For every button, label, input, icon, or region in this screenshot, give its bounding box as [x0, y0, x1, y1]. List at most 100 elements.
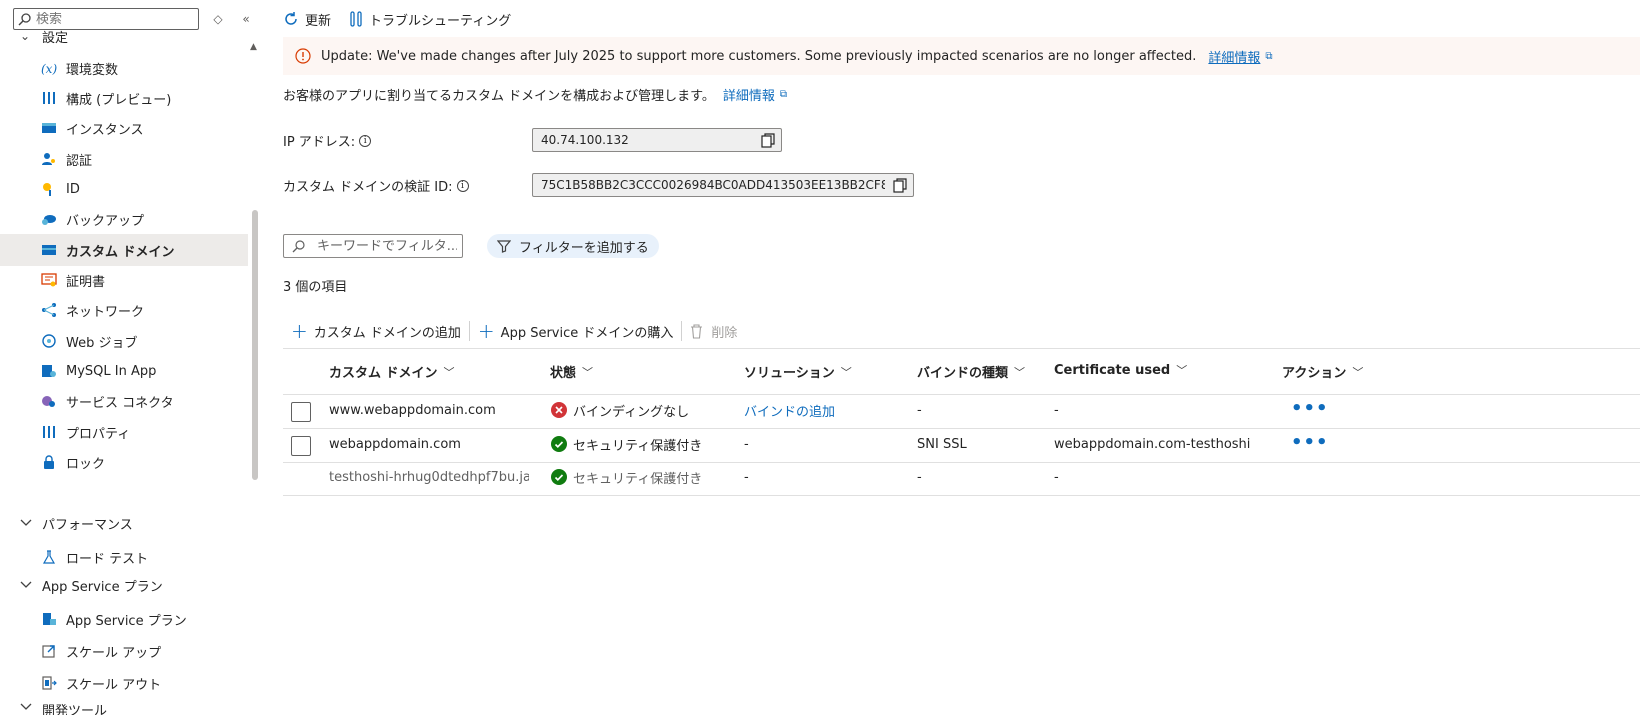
domain-cell: www.webappdomain.com	[329, 402, 496, 418]
ip-address-field[interactable]: 40.74.100.132	[532, 128, 782, 152]
description-text: お客様のアプリに割り当てるカスタム ドメインを構成および管理します。	[283, 89, 715, 104]
resource-menu: ◇ « ⌄ 設定 (x)環境変数構成 (プレビュー)インスタンス認証IDバックア…	[0, 0, 262, 715]
scale-up-icon	[40, 642, 58, 660]
mysql-icon	[40, 362, 58, 380]
nav-item-load-test[interactable]: ロード テスト	[0, 541, 248, 573]
nav-item-app-service-plan[interactable]: App Service プラン	[0, 603, 248, 635]
scroll-up-arrow-icon[interactable]: ▲	[250, 42, 257, 52]
main-content: 更新 トラブルシューティング Update: We've made change…	[283, 0, 1652, 715]
delete-button[interactable]: 削除	[682, 322, 745, 341]
more-actions-icon[interactable]: •••	[1291, 432, 1329, 453]
success-check-icon	[551, 469, 567, 485]
status-cell: セキュリティ保護付き	[551, 467, 702, 487]
person-key-icon	[40, 150, 58, 168]
sidebar-item-11[interactable]: MySQL In App	[0, 355, 248, 387]
buy-app-service-domain-button[interactable]: + App Service ドメインの購入	[470, 321, 681, 341]
info-icon[interactable]: i	[456, 179, 469, 192]
sidebar-item-2[interactable]: 構成 (プレビュー)	[0, 82, 248, 114]
nav-item-label: App Service プラン	[66, 613, 187, 629]
add-filter-button[interactable]: フィルターを追加する	[487, 234, 659, 258]
keyword-filter[interactable]	[283, 234, 463, 258]
sidebar-item-9[interactable]: ネットワーク	[0, 294, 248, 326]
status-cell: セキュリティ保護付き	[551, 434, 702, 454]
status-text: セキュリティ保護付き	[573, 471, 703, 487]
properties-icon	[40, 423, 58, 441]
nav-group-settings[interactable]: ⌄ 設定	[0, 26, 248, 46]
cloud-backup-icon	[40, 210, 58, 228]
verification-id-field[interactable]: 75C1B58BB2C3CCC0026984BC0ADD413503EE13BB…	[532, 173, 914, 197]
nav-group-dev-tools[interactable]: 開発ツール	[0, 700, 248, 715]
sidebar-item-5[interactable]: ID	[0, 173, 248, 205]
column-header-status[interactable]: 状態 ﹀	[550, 362, 593, 382]
description-learn-more-link[interactable]: 詳細情報	[723, 85, 775, 104]
keyword-filter-input[interactable]	[313, 237, 459, 255]
sidebar-item-12[interactable]: サービス コネクタ	[0, 385, 248, 417]
column-header-label: Certificate used	[1054, 362, 1171, 378]
row-checkbox[interactable]	[291, 402, 311, 422]
menu-search-input[interactable]	[34, 11, 198, 27]
ip-address-value: 40.74.100.132	[541, 133, 629, 147]
info-icon[interactable]: i	[359, 134, 372, 147]
copy-icon[interactable]	[761, 133, 775, 148]
search-icon	[292, 239, 305, 253]
search-icon	[18, 12, 34, 26]
sidebar-item-8[interactable]: 証明書	[0, 264, 248, 296]
divider	[283, 348, 1640, 349]
row-checkbox[interactable]	[291, 436, 311, 456]
column-header-actions[interactable]: アクション ﹀	[1282, 362, 1363, 382]
chevron-down-icon: ﹀	[840, 365, 852, 379]
certificate-cell: -	[1054, 469, 1059, 485]
sidebar-item-6[interactable]: バックアップ	[0, 203, 248, 235]
chevron-down-icon: ﹀	[1014, 365, 1026, 379]
nav-item-scale-up[interactable]: スケール アップ	[0, 635, 248, 667]
column-header-domain[interactable]: カスタム ドメイン ﹀	[329, 362, 455, 382]
add-filter-label: フィルターを追加する	[519, 240, 649, 256]
nav-group-app-service-plan[interactable]: App Service プラン	[0, 571, 248, 599]
sidebar-item-10[interactable]: Web ジョブ	[0, 325, 248, 357]
sidebar-item-7[interactable]: カスタム ドメイン	[0, 234, 248, 266]
plus-icon: +	[477, 319, 495, 343]
nav-item-scale-out[interactable]: スケール アウト	[0, 667, 248, 699]
table-command-bar: + カスタム ドメインの追加 + App Service ドメインの購入 削除	[283, 318, 745, 344]
nav-group-label: 開発ツール	[42, 704, 108, 715]
menu-scrollbar-thumb[interactable]	[252, 210, 258, 480]
solution-cell: -	[744, 469, 749, 485]
column-header-solution[interactable]: ソリューション ﹀	[744, 362, 852, 382]
column-header-certificate[interactable]: Certificate used ﹀	[1054, 362, 1187, 378]
external-link-icon: ⧉	[779, 89, 787, 100]
troubleshoot-label: トラブルシューティング	[369, 13, 512, 29]
add-custom-domain-button[interactable]: + カスタム ドメインの追加	[283, 321, 469, 341]
certificate-cell: -	[1054, 402, 1059, 418]
troubleshoot-button[interactable]: トラブルシューティング	[349, 10, 511, 29]
command-bar: 更新 トラブルシューティング	[283, 6, 529, 32]
service-connector-icon	[40, 392, 58, 410]
banner-learn-more-link[interactable]: 詳細情報	[1208, 47, 1260, 66]
page-description: お客様のアプリに割り当てるカスタム ドメインを構成および管理します。 詳細情報 …	[283, 85, 787, 104]
chevron-down-icon: ﹀	[1176, 364, 1188, 377]
add-domain-label: カスタム ドメインの追加	[313, 325, 461, 341]
sidebar-item-label: 証明書	[66, 274, 106, 290]
add-binding-link[interactable]: バインドの追加	[744, 400, 835, 420]
chevron-down-icon	[20, 578, 34, 592]
nav-group-performance[interactable]: パフォーマンス	[0, 509, 248, 537]
sidebar-item-1[interactable]: (x) 環境変数	[0, 52, 248, 84]
chevron-down-icon	[20, 700, 34, 714]
refresh-button[interactable]: 更新	[283, 10, 331, 29]
binding-cell: SNI SSL	[917, 436, 967, 452]
more-actions-icon[interactable]: •••	[1291, 398, 1329, 419]
column-header-binding[interactable]: バインドの種類 ﹀	[917, 362, 1026, 382]
sidebar-item-3[interactable]: インスタンス	[0, 112, 248, 144]
copy-icon[interactable]	[893, 178, 907, 193]
sidebar-item-14[interactable]: ロック	[0, 446, 248, 478]
nav-group-label: パフォーマンス	[42, 517, 133, 533]
certificate-icon	[40, 271, 58, 289]
sidebar-item-label: バックアップ	[66, 213, 145, 229]
sidebar-item-label: インスタンス	[66, 122, 144, 138]
column-header-label: カスタム ドメイン	[329, 366, 438, 381]
status-cell: バインディングなし	[551, 400, 689, 420]
sidebar-item-4[interactable]: 認証	[0, 143, 248, 175]
sidebar-item-13[interactable]: プロパティ	[0, 416, 248, 448]
column-header-label: ソリューション	[744, 366, 835, 381]
status-text: バインディングなし	[573, 404, 690, 420]
identity-key-icon	[40, 180, 58, 198]
